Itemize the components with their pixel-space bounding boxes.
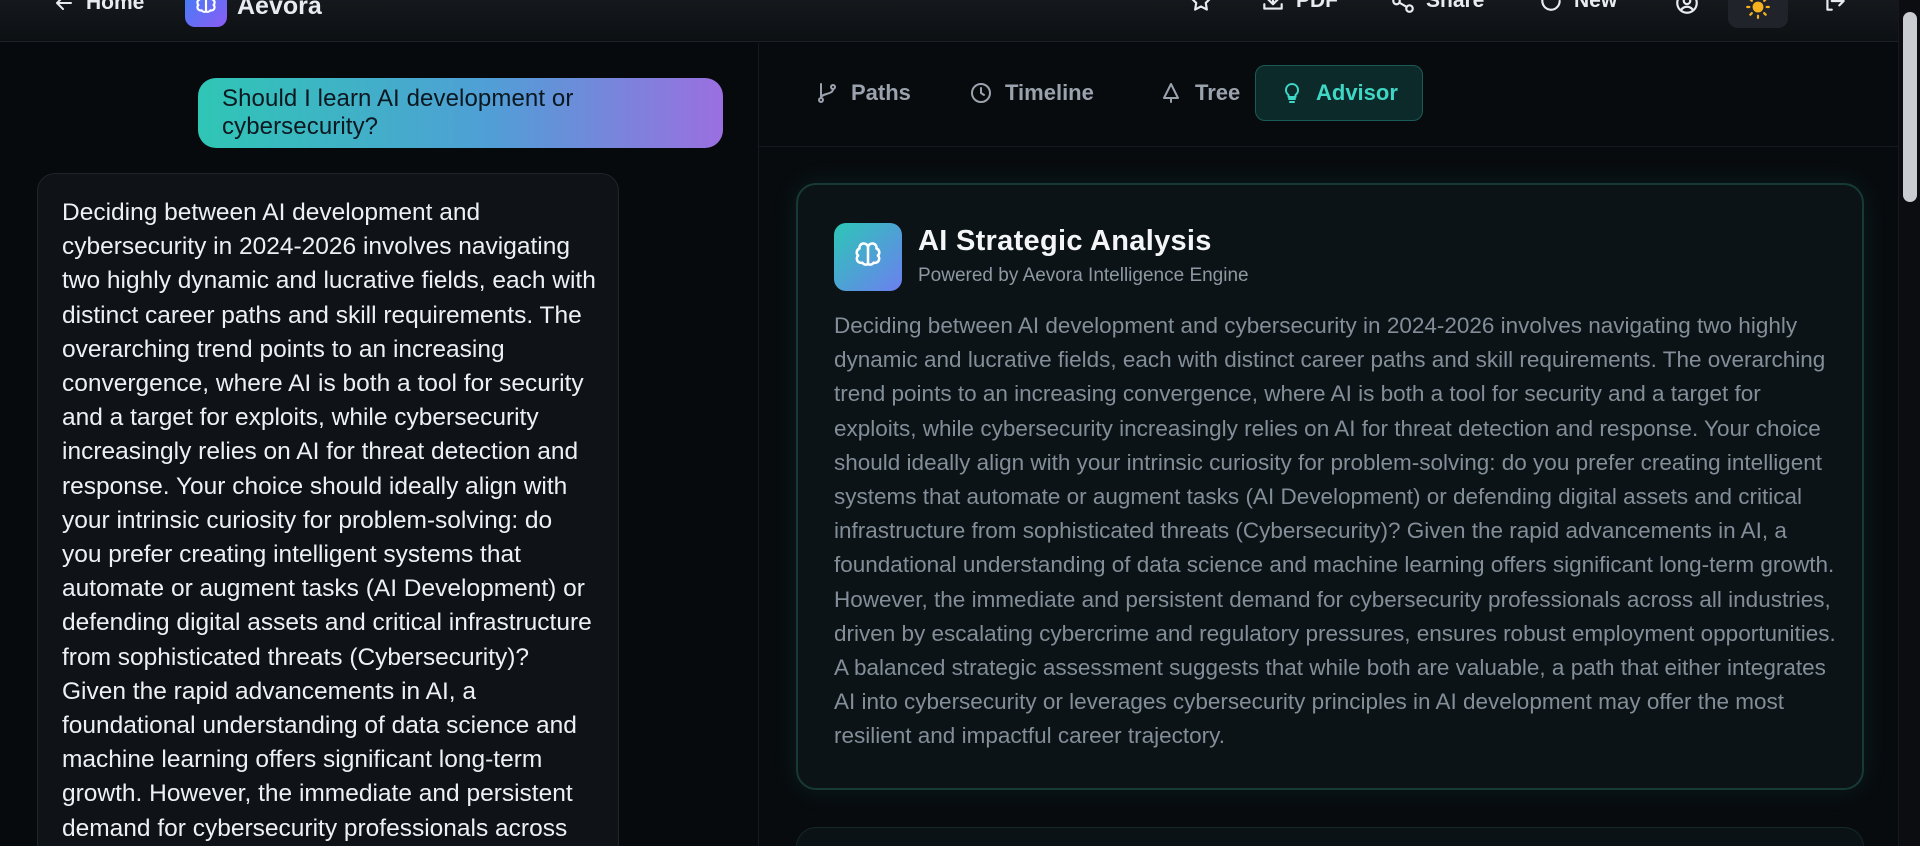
strategic-analysis-card: AI Strategic Analysis Powered by Aevora … bbox=[796, 183, 1864, 790]
home-button[interactable]: Home bbox=[52, 0, 144, 18]
logout-button[interactable] bbox=[1822, 0, 1848, 14]
lightbulb-icon bbox=[1284, 82, 1300, 103]
git-branch-icon bbox=[818, 83, 836, 103]
new-label: New bbox=[1574, 0, 1618, 12]
next-card-partial bbox=[796, 827, 1864, 846]
tab-tree[interactable]: Tree bbox=[1135, 65, 1264, 121]
scrollbar-thumb[interactable] bbox=[1903, 12, 1917, 202]
tree-icon bbox=[1163, 83, 1179, 103]
share-button[interactable]: Share bbox=[1390, 0, 1484, 14]
app-window: Home Aevora PDF Share New Should I learn… bbox=[0, 0, 1920, 846]
tab-paths-label: Paths bbox=[851, 80, 911, 105]
account-button[interactable] bbox=[1674, 0, 1700, 16]
card-subtitle: Powered by Aevora Intelligence Engine bbox=[918, 265, 1249, 286]
brand-name: Aevora bbox=[237, 0, 322, 20]
download-icon bbox=[1263, 0, 1283, 10]
home-label: Home bbox=[86, 0, 145, 14]
ai-message-bubble: Deciding between AI development and cybe… bbox=[37, 173, 619, 846]
bookmark-button[interactable] bbox=[1188, 0, 1214, 14]
pdf-label: PDF bbox=[1296, 0, 1338, 12]
brain-icon bbox=[834, 223, 902, 291]
view-tabs: Paths Timeline Tree Advisor bbox=[759, 43, 1898, 147]
chat-panel: Should I learn AI development or cyberse… bbox=[0, 43, 758, 846]
refresh-icon bbox=[1541, 0, 1561, 11]
clock-icon bbox=[971, 83, 991, 103]
star-icon bbox=[1191, 0, 1211, 11]
share-label: Share bbox=[1426, 0, 1485, 12]
brand[interactable]: Aevora bbox=[185, 0, 322, 27]
arrow-left-icon bbox=[56, 0, 72, 10]
tab-timeline[interactable]: Timeline bbox=[945, 65, 1118, 121]
tab-advisor-label: Advisor bbox=[1316, 80, 1398, 105]
logout-icon bbox=[1826, 0, 1845, 11]
pdf-button[interactable]: PDF bbox=[1260, 0, 1338, 14]
tab-timeline-label: Timeline bbox=[1005, 80, 1094, 105]
new-button[interactable]: New bbox=[1538, 0, 1617, 14]
user-message-bubble: Should I learn AI development or cyberse… bbox=[198, 78, 723, 148]
tab-advisor[interactable]: Advisor bbox=[1255, 65, 1423, 121]
sun-icon bbox=[1746, 0, 1770, 19]
card-title: AI Strategic Analysis bbox=[918, 225, 1212, 257]
tab-tree-label: Tree bbox=[1195, 80, 1241, 105]
brain-logo-icon bbox=[185, 0, 227, 27]
share-icon bbox=[1392, 0, 1414, 13]
scrollbar[interactable] bbox=[1898, 0, 1920, 846]
top-bar: Home Aevora PDF Share New bbox=[0, 0, 1898, 42]
user-circle-icon bbox=[1676, 0, 1698, 14]
theme-toggle-button[interactable] bbox=[1728, 0, 1788, 28]
results-panel: Paths Timeline Tree Advisor AI Strategic… bbox=[759, 43, 1898, 846]
tab-paths[interactable]: Paths bbox=[791, 65, 935, 121]
card-body: Deciding between AI development and cybe… bbox=[834, 313, 1836, 749]
